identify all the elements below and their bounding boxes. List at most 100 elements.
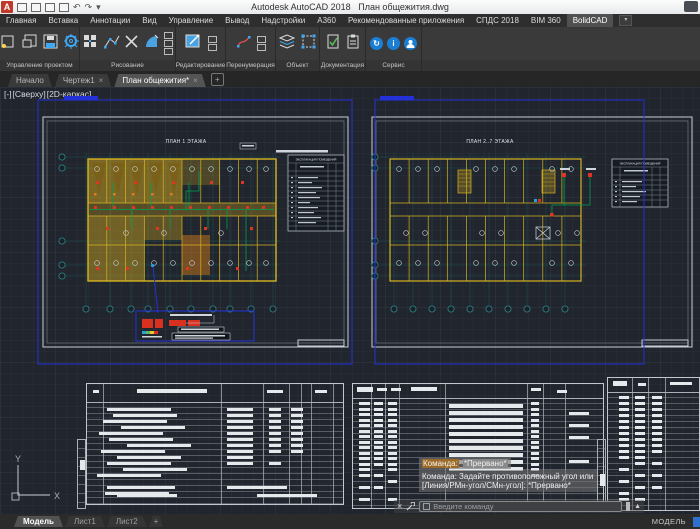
tab-annotacii[interactable]: Аннотации [84,14,136,27]
new-project-icon[interactable] [0,33,17,55]
new-file-icon[interactable] [17,3,27,12]
erase-icon[interactable] [124,34,139,54]
tab-vstavka[interactable]: Вставка [42,14,84,27]
file-tab-start[interactable]: Начало [8,74,52,87]
new-drawing-tab-button[interactable]: + [211,73,224,86]
blocks-grid-icon[interactable] [82,33,99,55]
right-sheet-plan-floors2-7[interactable]: ПЛАН 2..7 ЭТАЖА [366,95,700,375]
ribbon-empty-space [422,27,700,60]
clipboard-icon[interactable] [345,33,361,55]
qat-dropdown-icon[interactable]: ▾ [96,3,101,12]
renumber-path-icon[interactable] [235,33,253,55]
close-tab-icon[interactable]: × [193,76,198,85]
panel-label-editing[interactable]: Редактирование [176,60,226,71]
panel-label-object[interactable]: Объект [276,60,320,71]
alarm-wires[interactable] [552,177,590,213]
layout-tab-list2[interactable]: Лист2 [107,516,147,527]
tab-a360[interactable]: A360 [311,14,342,27]
panel-label-project[interactable]: Управление проектом [0,60,80,71]
ribbon: ↻ i [0,27,700,60]
command-prompt-icon [423,503,430,510]
panel-label-drawing[interactable]: Рисование [80,60,176,71]
command-placeholder: Введите команду [433,502,493,511]
spec-table-3[interactable] [607,377,700,511]
tab-bolidcad[interactable]: BolidCAD [567,14,614,27]
layout-tab-list1[interactable]: Лист1 [65,516,105,527]
panel-service: ↻ i [366,27,422,60]
plan-annotations[interactable] [240,143,328,153]
ucs-icon[interactable]: Y X [4,453,64,505]
layout-tab-model[interactable]: Модель [14,516,63,527]
tab-vid[interactable]: Вид [136,14,162,27]
open-project-icon[interactable] [21,33,38,55]
tab-upravlenie[interactable]: Управление [163,14,219,27]
open-file-icon[interactable] [31,3,41,12]
ribbon-display-toggle-icon[interactable]: ▾ [619,15,632,26]
panel-object [276,27,320,60]
right-plan-walls[interactable] [390,159,581,281]
leader-line[interactable] [151,264,158,313]
undo-icon[interactable]: ↶ [73,3,81,12]
user-account-icon[interactable] [404,37,417,50]
panel-project-management [0,27,80,60]
project-settings-gear-icon[interactable] [63,33,80,55]
svg-text:X: X [54,491,60,501]
plot-icon[interactable] [59,3,69,12]
add-layout-button[interactable]: + [149,516,164,527]
panel-label-renumbering[interactable]: Перенумерация [226,60,276,71]
left-sheet-plan-floor1[interactable]: ПЛАН 1 ЭТАЖА [36,95,356,375]
renumber-pages-icons[interactable] [257,36,266,51]
command-scroll-handle[interactable] [626,502,630,511]
legend-selected-blocks[interactable] [136,311,254,341]
bounding-box-icon[interactable] [300,33,317,55]
hatch-region-icon[interactable] [143,33,160,55]
polyline-icon[interactable] [103,33,120,55]
spec-table-1-side-strip[interactable] [77,439,86,509]
fire-detectors-red[interactable] [550,173,592,217]
panel-documentation [320,27,366,60]
tab-bim360[interactable]: BIM 360 [525,14,567,27]
label-row-filler [422,60,700,71]
panel-editing [176,27,226,60]
infocenter-fragment[interactable] [684,1,698,12]
sync-icon[interactable]: ↻ [370,37,383,50]
file-tab-drawing1[interactable]: Чертеж1× [55,74,111,87]
room-schedule-table[interactable]: ЭКСПЛИКАЦИЯ ПОМЕЩЕНИЙ [288,155,344,231]
autocad-logo-icon[interactable]: A [1,1,13,13]
tab-vyvod[interactable]: Вывод [219,14,255,27]
tab-spds[interactable]: СПДС 2018 [470,14,525,27]
redo-icon[interactable]: ↷ [85,3,93,12]
right-plan-title: ПЛАН 2..7 ЭТАЖА [466,139,514,145]
model-space-canvas[interactable]: [-] [Сверху] [2D-каркас] ПЛАН 1 ЭТАЖА [0,87,700,514]
layers-stack-icon[interactable] [278,33,296,55]
command-input-bar[interactable]: × Введите команду ▲ [394,500,644,513]
save-project-icon[interactable] [42,33,59,55]
drawing-minitools-icons[interactable] [164,32,173,55]
grid-toggle-button[interactable] [693,517,700,527]
edit-object-icon[interactable] [184,32,204,55]
tab-nadstroyki[interactable]: Надстройки [255,14,311,27]
info-icon[interactable]: i [387,37,400,50]
spec-table-1[interactable] [86,383,344,505]
customize-wrench-icon[interactable] [406,498,415,515]
doc-check-icon[interactable] [325,33,341,55]
panel-label-service[interactable]: Сервис [366,60,422,71]
selection-highlight-right[interactable] [375,96,644,364]
editing-minitools-icons[interactable] [208,36,217,51]
tab-apps[interactable]: Рекомендованные приложения [342,14,470,27]
panel-drawing [80,27,176,60]
save-file-icon[interactable] [45,3,55,12]
panel-label-documentation[interactable]: Документация [320,60,366,71]
recent-commands-icon[interactable]: ▲ [634,502,641,511]
tab-glavnaya[interactable]: Главная [0,14,42,27]
file-tab-active[interactable]: План общежития*× [114,74,205,87]
command-prefix: Команда: [422,459,459,468]
command-input-field[interactable]: Введите команду [419,501,622,512]
autocad-window: A ↶ ↷ ▾ Autodesk AutoCAD 2018 План общеж… [0,0,700,529]
close-command-icon[interactable]: × [397,502,402,511]
file-tab-bar: Начало Чертеж1× План общежития*× + [0,71,700,87]
close-tab-icon[interactable]: × [99,76,104,85]
model-space-indicator[interactable]: МОДЕЛЬ [652,517,686,526]
viewport-minimize-control[interactable]: [-] [4,89,12,99]
room-schedule-table[interactable]: ЭКСПЛИКАЦИЯ ПОМЕЩЕНИЙ [612,159,668,207]
